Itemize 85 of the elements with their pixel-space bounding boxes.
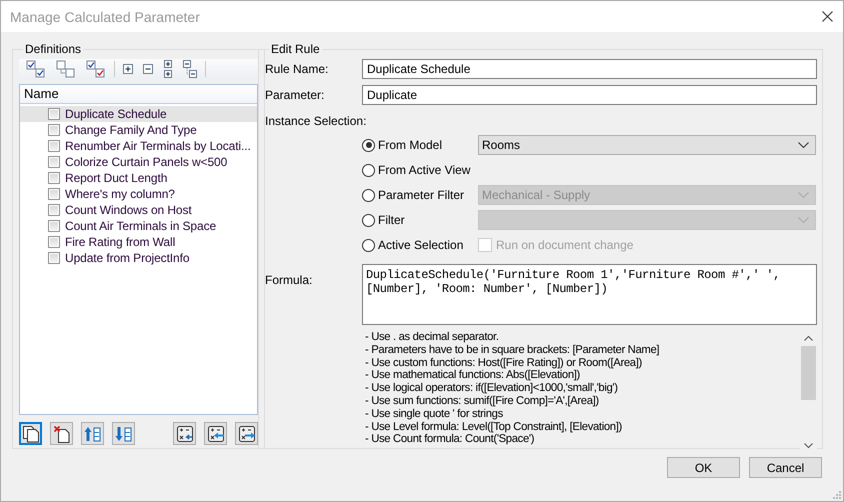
dialog-button[interactable]: OK [667, 457, 740, 478]
scroll-down-icon[interactable] [804, 443, 813, 449]
help-line: - Use single quote ' for strings [365, 408, 504, 421]
radio-button[interactable] [362, 238, 375, 252]
expand-icon[interactable] [123, 64, 133, 74]
section-label: Instance Selection: [265, 114, 366, 128]
close-icon[interactable] [822, 11, 833, 22]
dialog-button[interactable]: Cancel [749, 457, 822, 478]
list-item[interactable]: Duplicate Schedule [20, 106, 257, 122]
window-title: Manage Calculated Parameter [10, 8, 200, 24]
radio-label: From Active View [378, 163, 470, 177]
expand-all-icon[interactable] [163, 60, 173, 78]
field-label: Parameter: [265, 88, 326, 102]
radio-button[interactable] [362, 188, 375, 202]
checkbox[interactable] [48, 156, 60, 168]
checkbox-label: Run on document change [496, 238, 634, 252]
checkbox[interactable] [48, 124, 60, 136]
item-label: Update from ProjectInfo [65, 251, 190, 265]
radio-button[interactable] [362, 164, 375, 176]
copy-icon [22, 424, 40, 442]
tool-button[interactable] [50, 422, 73, 445]
list-item[interactable]: Count Air Terminals in Space [20, 218, 257, 234]
move-down-icon [114, 424, 132, 442]
item-label: Change Family And Type [65, 123, 197, 137]
help-line: - Use Level formula: Level([Top Constraint], [Elevation]) [365, 420, 623, 434]
help-line: - Use mathematical functions: Abs([Elevation]) [365, 369, 581, 382]
radio-label: Filter [378, 213, 405, 227]
radio-label: Active Selection [378, 238, 464, 252]
checkbox[interactable] [48, 236, 60, 248]
help-line: - Use logical operators: if([Elevation]<1000,'small','big') [365, 382, 619, 395]
item-label: Count Air Terminals in Space [65, 219, 216, 233]
tool-button[interactable] [204, 422, 227, 445]
item-label: Fire Rating from Wall [65, 235, 176, 249]
calculator-export-icon [238, 424, 256, 442]
radio-button[interactable] [362, 214, 375, 226]
list-item[interactable]: Report Duct Length [20, 170, 257, 186]
item-label: Colorize Curtain Panels w<500 [65, 155, 228, 169]
list-item[interactable]: Change Family And Type [20, 122, 257, 138]
input-field[interactable]: Duplicate Schedule [362, 59, 817, 79]
help-line: - Use custom functions: Host([Fire Rating]) or Room([Area]) [365, 356, 643, 370]
list-item[interactable]: Colorize Curtain Panels w<500 [20, 154, 257, 170]
field-label: Rule Name: [265, 62, 330, 76]
item-label: Count Windows on Host [65, 203, 192, 217]
calculator-import-icon [206, 424, 224, 442]
item-label: Duplicate Schedule [65, 107, 167, 121]
tool-button[interactable] [235, 422, 258, 445]
checkbox[interactable] [48, 108, 60, 120]
checkbox[interactable] [48, 204, 60, 216]
list-item[interactable]: Count Windows on Host [20, 202, 257, 218]
dropdown[interactable]: Rooms [478, 135, 816, 155]
input-field[interactable]: Duplicate [362, 85, 817, 105]
group-title: Edit Rule [270, 42, 321, 56]
scroll-up-icon[interactable] [804, 335, 813, 341]
check-all-icon[interactable] [26, 60, 46, 78]
checkbox[interactable] [48, 220, 60, 232]
formula-field[interactable]: DuplicateSchedule('Furniture Room 1','Furniture Room #',' ', [Number], 'Room: Number', [Number]) [362, 264, 817, 325]
tool-button[interactable] [173, 422, 196, 445]
resize-grip-icon[interactable] [832, 490, 842, 500]
checkbox[interactable] [48, 172, 60, 184]
help-line: - Parameters have to be in square brackets: [Parameter Name] [365, 344, 660, 357]
invert-check-icon[interactable] [86, 60, 106, 78]
tool-button[interactable] [19, 422, 42, 445]
radio-label: Parameter Filter [378, 188, 464, 202]
delete-page-icon [52, 424, 70, 442]
uncheck-all-icon[interactable] [56, 60, 76, 78]
list-item[interactable]: Where's my column? [20, 186, 257, 202]
checkbox[interactable] [48, 140, 60, 152]
list-item[interactable]: Update from ProjectInfo [20, 250, 257, 266]
field-label: Formula: [265, 272, 314, 287]
checkbox[interactable] [48, 252, 60, 264]
group-title: Definitions [24, 42, 82, 56]
item-label: Report Duct Length [65, 171, 168, 185]
item-label: Renumber Air Terminals by Locati... [65, 139, 251, 153]
help-line: - Use Count formula: Count('Space') [365, 433, 536, 446]
list-item[interactable]: Fire Rating from Wall [20, 234, 257, 250]
help-line: - Use sum functions: sumif([Fire Comp]='A',[Area]) [365, 394, 600, 408]
list-item[interactable]: Renumber Air Terminals by Locati... [20, 138, 257, 154]
collapse-all-icon[interactable] [183, 60, 197, 78]
move-up-icon [84, 424, 102, 442]
radio-label: From Model [378, 138, 442, 152]
item-label: Where's my column? [65, 187, 175, 201]
help-line: - Use . as decimal separator. [365, 331, 500, 344]
checkbox[interactable] [48, 188, 60, 200]
radio-button[interactable] [362, 138, 375, 152]
collapse-icon[interactable] [143, 64, 153, 74]
